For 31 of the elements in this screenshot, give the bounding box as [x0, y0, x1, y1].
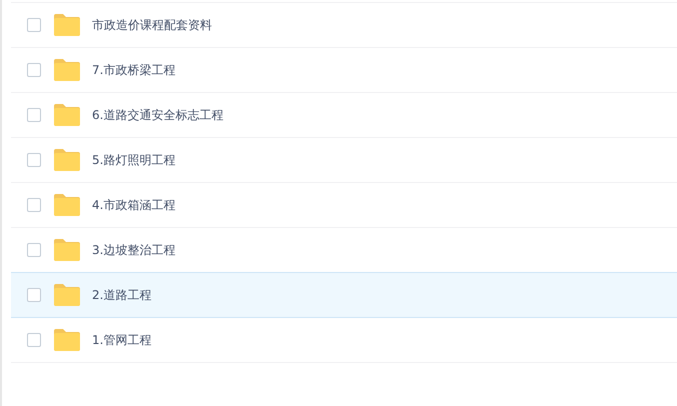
folder-name[interactable]: 1.管网工程 [92, 332, 152, 348]
file-row[interactable]: 2.道路工程 [11, 272, 677, 318]
folder-icon [54, 239, 80, 261]
file-row[interactable]: 4.市政箱涵工程 [11, 182, 677, 228]
folder-name[interactable]: 6.道路交通安全标志工程 [92, 106, 224, 124]
folder-name[interactable]: 市政造价课程配套资料 [92, 16, 212, 34]
checkbox[interactable] [27, 108, 41, 122]
checkbox[interactable] [27, 198, 41, 212]
folder-icon [54, 59, 80, 81]
checkbox[interactable] [27, 63, 41, 77]
file-row[interactable]: 5.路灯照明工程 [11, 137, 677, 183]
folder-name[interactable]: 4.市政箱涵工程 [92, 196, 176, 214]
folder-icon [54, 284, 80, 306]
file-row[interactable]: 6.道路交通安全标志工程 [11, 92, 677, 138]
folder-icon [54, 194, 80, 216]
file-row[interactable]: 1.管网工程 [11, 317, 677, 363]
folder-name[interactable]: 3.边坡整治工程 [92, 242, 176, 258]
file-row[interactable]: 7.市政桥梁工程 [11, 47, 677, 93]
folder-icon [54, 104, 80, 126]
folder-icon [54, 149, 80, 171]
checkbox[interactable] [27, 288, 41, 302]
checkbox[interactable] [27, 18, 41, 32]
folder-icon [54, 329, 80, 351]
checkbox[interactable] [27, 333, 41, 347]
folder-name[interactable]: 7.市政桥梁工程 [92, 62, 176, 78]
folder-name[interactable]: 5.路灯照明工程 [92, 152, 176, 168]
folder-icon [54, 14, 80, 36]
file-row[interactable]: 市政造价课程配套资料 [11, 2, 677, 48]
checkbox[interactable] [27, 243, 41, 257]
checkbox[interactable] [27, 153, 41, 167]
folder-name[interactable]: 2.道路工程 [92, 286, 152, 304]
